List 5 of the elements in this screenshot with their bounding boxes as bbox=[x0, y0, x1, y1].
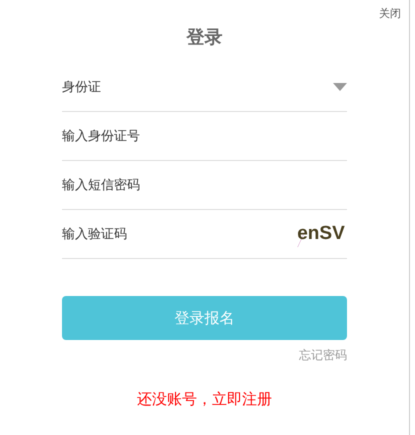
dialog-title: 登录 bbox=[186, 26, 222, 49]
register-link[interactable]: 还没账号，立即注册 bbox=[137, 390, 272, 409]
close-link[interactable]: 关闭 bbox=[379, 6, 401, 21]
caret-icon bbox=[333, 83, 347, 91]
id-type-select[interactable]: 身份证 bbox=[62, 63, 347, 111]
